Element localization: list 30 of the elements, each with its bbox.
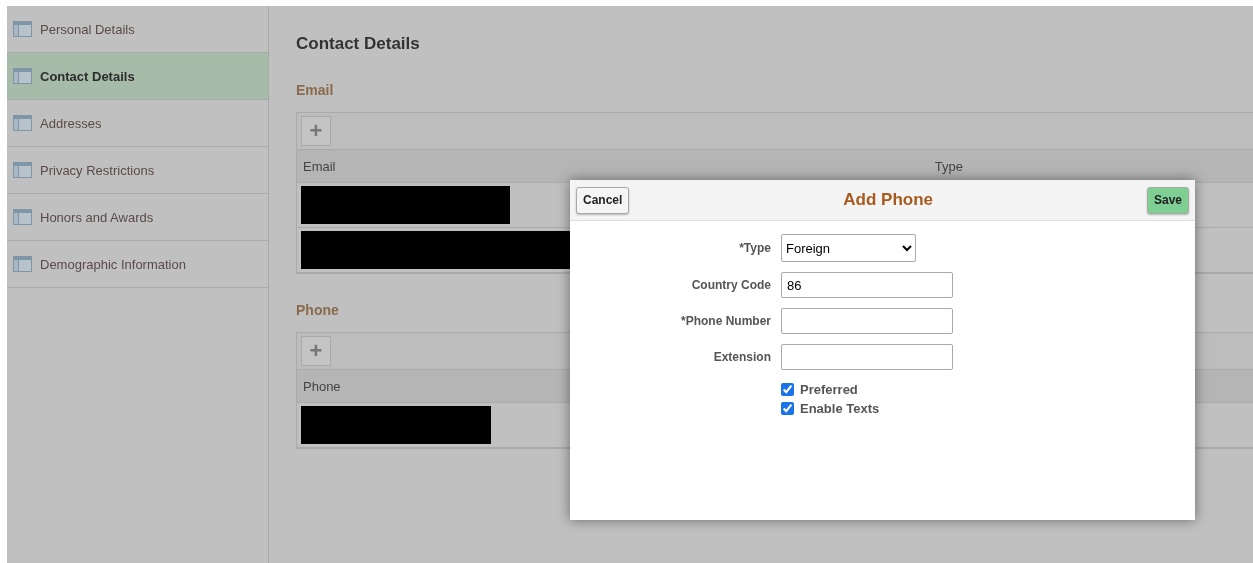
page-icon xyxy=(13,68,32,84)
page-icon xyxy=(13,115,32,131)
field-label: *Type xyxy=(738,241,771,255)
add-button[interactable]: + xyxy=(301,116,331,146)
field-label: Country Code xyxy=(690,278,771,292)
checkbox-label: Preferred xyxy=(800,382,858,397)
page-title: Contact Details xyxy=(296,34,421,54)
page-icon xyxy=(13,256,32,272)
page-icon xyxy=(13,162,32,178)
input-field[interactable] xyxy=(781,344,953,370)
checkbox[interactable] xyxy=(781,402,794,415)
section-title: Email xyxy=(296,82,335,98)
column-header: Phone xyxy=(302,378,341,394)
column-header: Email xyxy=(302,158,336,174)
field-label: *Phone Number xyxy=(680,314,771,328)
cancel-button[interactable]: Cancel xyxy=(576,186,630,214)
checkbox-label: Enable Texts xyxy=(800,401,880,416)
save-button[interactable]: Save xyxy=(1146,186,1189,214)
input-field[interactable]: 86 xyxy=(781,272,953,298)
input-field[interactable] xyxy=(781,308,953,334)
page-icon xyxy=(13,209,32,225)
dialog-title: Add Phone xyxy=(843,190,933,210)
add-button[interactable]: + xyxy=(301,336,331,366)
column-header: Type xyxy=(934,158,963,174)
section-title: Phone xyxy=(296,302,340,318)
type-select[interactable]: Foreign xyxy=(781,234,916,262)
sidebar-item[interactable]: Contact Details xyxy=(7,53,268,100)
field-label: Extension xyxy=(712,350,771,364)
page-icon xyxy=(13,21,32,37)
checkbox[interactable] xyxy=(781,383,794,396)
